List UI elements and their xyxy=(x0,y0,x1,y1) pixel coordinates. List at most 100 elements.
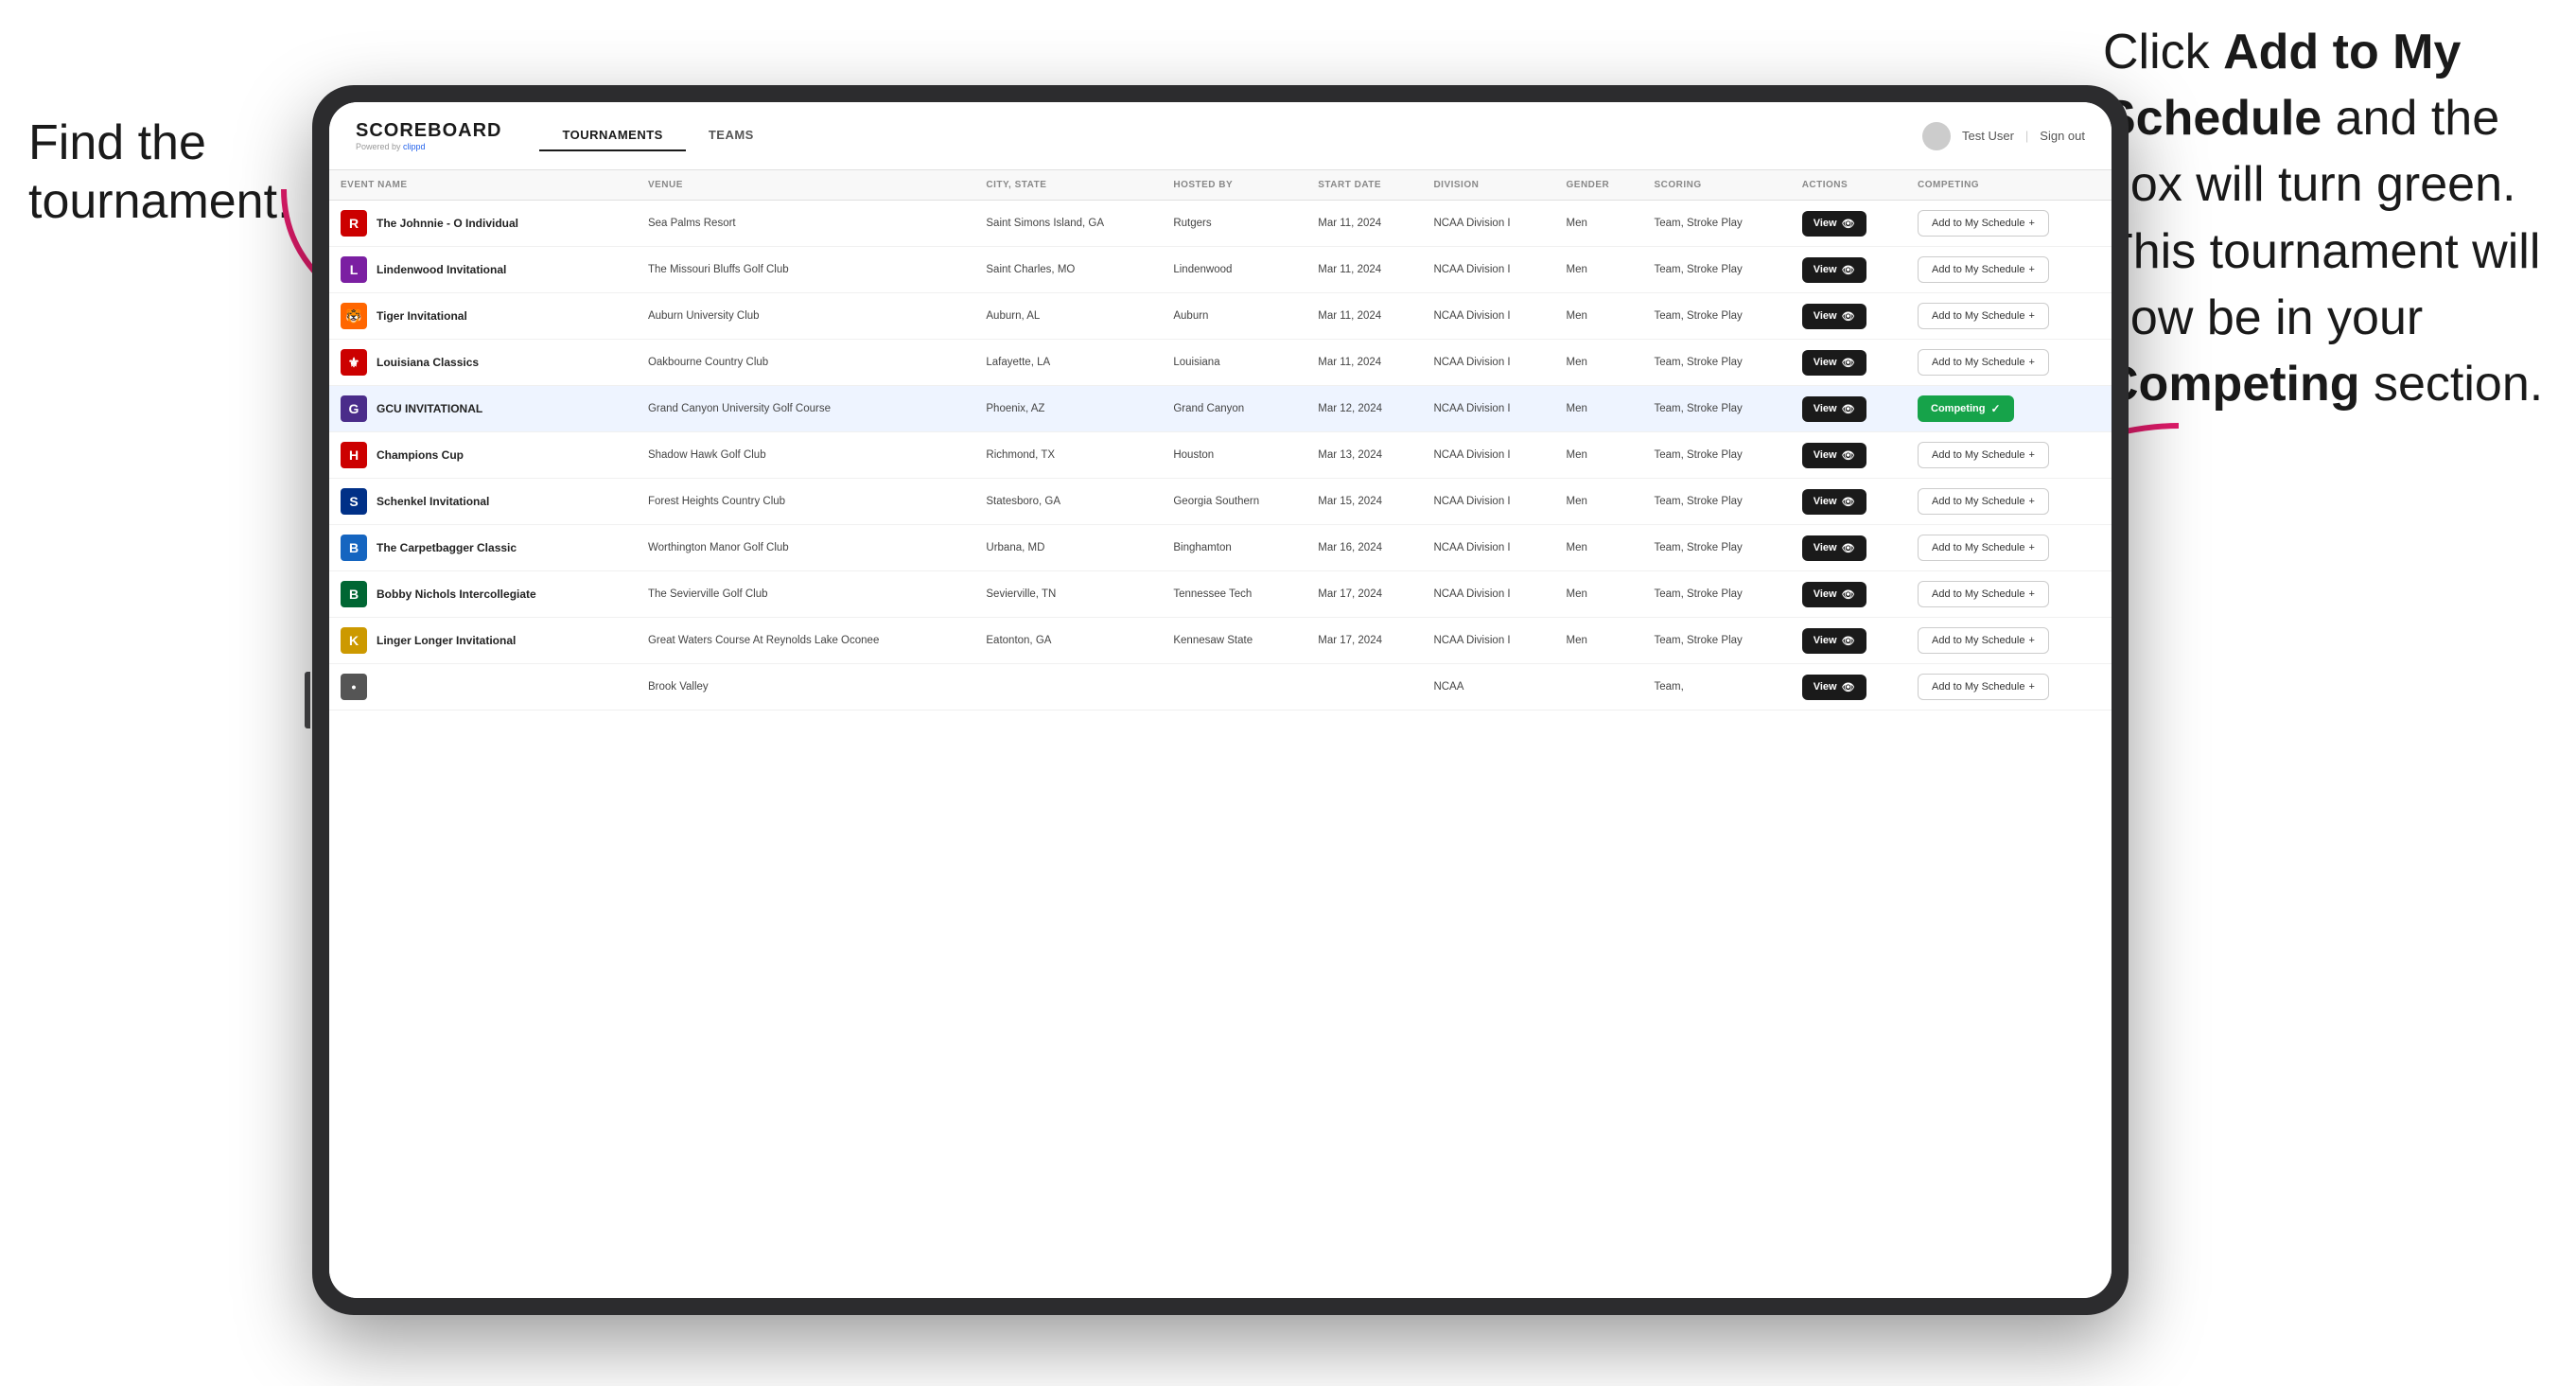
scoring-cell: Team, Stroke Play xyxy=(1642,293,1790,340)
view-label: View xyxy=(1814,218,1837,229)
plus-icon: + xyxy=(2028,496,2034,507)
view-button[interactable]: View 👁 xyxy=(1802,628,1866,654)
city-state-cell-text: Auburn, AL xyxy=(986,310,1040,322)
add-to-schedule-button[interactable]: Add to My Schedule + xyxy=(1918,442,2049,468)
gender-cell xyxy=(1555,664,1643,711)
eye-icon: 👁 xyxy=(1842,496,1855,508)
hosted-by-cell-text: Binghamton xyxy=(1173,542,1231,553)
view-button[interactable]: View 👁 xyxy=(1802,350,1866,376)
hosted-by-cell-text: Kennesaw State xyxy=(1173,635,1253,646)
table-row: BBobby Nichols IntercollegiateThe Sevier… xyxy=(329,571,2112,618)
venue-cell: Forest Heights Country Club xyxy=(637,479,974,525)
hosted-by-cell-text: Lindenwood xyxy=(1173,264,1232,275)
view-button[interactable]: View 👁 xyxy=(1802,211,1866,237)
eye-icon: 👁 xyxy=(1842,403,1855,415)
division-cell: NCAA Division I xyxy=(1422,293,1554,340)
competing-cell: Competing ✓ xyxy=(1906,386,2112,432)
gender-cell: Men xyxy=(1555,525,1643,571)
eye-icon: 👁 xyxy=(1842,449,1855,462)
add-to-schedule-button[interactable]: Add to My Schedule + xyxy=(1918,627,2049,654)
eye-icon: 👁 xyxy=(1842,588,1855,601)
scoring-cell-text: Team, Stroke Play xyxy=(1654,588,1742,600)
scoring-cell-text: Team, Stroke Play xyxy=(1654,357,1742,368)
hosted-by-cell: Lindenwood xyxy=(1162,247,1306,293)
gender-cell-text: Men xyxy=(1567,264,1587,275)
col-event-name: EVENT NAME xyxy=(329,170,637,201)
hosted-by-cell-text: Houston xyxy=(1173,449,1214,461)
add-schedule-label: Add to My Schedule xyxy=(1932,218,2024,229)
view-label: View xyxy=(1814,449,1837,461)
venue-cell: Shadow Hawk Golf Club xyxy=(637,432,974,479)
start-date-cell-text: Mar 15, 2024 xyxy=(1318,496,1382,507)
add-to-schedule-button[interactable]: Add to My Schedule + xyxy=(1918,488,2049,515)
start-date-cell-text: Mar 12, 2024 xyxy=(1318,403,1382,414)
view-button[interactable]: View 👁 xyxy=(1802,396,1866,422)
col-start-date: START DATE xyxy=(1306,170,1422,201)
venue-cell: Auburn University Club xyxy=(637,293,974,340)
add-to-schedule-button[interactable]: Add to My Schedule + xyxy=(1918,581,2049,607)
competing-cell: Add to My Schedule + xyxy=(1906,664,2112,711)
competing-cell: Add to My Schedule + xyxy=(1906,479,2112,525)
scoring-cell-text: Team, Stroke Play xyxy=(1654,635,1742,646)
venue-cell: The Missouri Bluffs Golf Club xyxy=(637,247,974,293)
event-name-cell: KLinger Longer Invitational xyxy=(329,618,637,664)
event-name-text: The Johnnie - O Individual xyxy=(377,217,518,230)
add-to-schedule-button[interactable]: Add to My Schedule + xyxy=(1918,303,2049,329)
hosted-by-cell: Houston xyxy=(1162,432,1306,479)
tab-tournaments[interactable]: TOURNAMENTS xyxy=(539,120,685,151)
add-to-schedule-button[interactable]: Add to My Schedule + xyxy=(1918,349,2049,376)
plus-icon: + xyxy=(2028,588,2034,600)
view-label: View xyxy=(1814,681,1837,693)
division-cell-text: NCAA Division I xyxy=(1433,635,1510,646)
hosted-by-cell-text: Georgia Southern xyxy=(1173,496,1259,507)
tab-teams[interactable]: TEAMS xyxy=(686,120,777,151)
venue-cell-text: Brook Valley xyxy=(648,681,709,693)
team-logo: • xyxy=(341,674,367,700)
start-date-cell: Mar 11, 2024 xyxy=(1306,340,1422,386)
view-button[interactable]: View 👁 xyxy=(1802,443,1866,468)
actions-cell: View 👁 xyxy=(1791,340,1906,386)
view-button[interactable]: View 👁 xyxy=(1802,675,1866,700)
view-button[interactable]: View 👁 xyxy=(1802,535,1866,561)
city-state-cell-text: Statesboro, GA xyxy=(986,496,1060,507)
actions-cell: View 👁 xyxy=(1791,571,1906,618)
sign-out-link[interactable]: Sign out xyxy=(2040,129,2085,143)
actions-cell: View 👁 xyxy=(1791,664,1906,711)
scoring-cell: Team, Stroke Play xyxy=(1642,571,1790,618)
view-button[interactable]: View 👁 xyxy=(1802,489,1866,515)
nav-tabs: TOURNAMENTS TEAMS xyxy=(539,120,776,151)
add-to-schedule-button[interactable]: Add to My Schedule + xyxy=(1918,256,2049,283)
scoring-cell-text: Team, Stroke Play xyxy=(1654,542,1742,553)
view-button[interactable]: View 👁 xyxy=(1802,582,1866,607)
venue-cell-text: Great Waters Course At Reynolds Lake Oco… xyxy=(648,635,879,646)
plus-icon: + xyxy=(2028,218,2034,229)
add-to-schedule-button[interactable]: Add to My Schedule + xyxy=(1918,210,2049,237)
add-to-schedule-button[interactable]: Add to My Schedule + xyxy=(1918,535,2049,561)
start-date-cell: Mar 11, 2024 xyxy=(1306,201,1422,247)
division-cell-text: NCAA Division I xyxy=(1433,496,1510,507)
city-state-cell: Statesboro, GA xyxy=(974,479,1162,525)
view-button[interactable]: View 👁 xyxy=(1802,257,1866,283)
division-cell-text: NCAA Division I xyxy=(1433,357,1510,368)
view-button[interactable]: View 👁 xyxy=(1802,304,1866,329)
venue-cell: Oakbourne Country Club xyxy=(637,340,974,386)
start-date-cell-text: Mar 11, 2024 xyxy=(1318,310,1381,322)
actions-cell: View 👁 xyxy=(1791,525,1906,571)
venue-cell-text: Shadow Hawk Golf Club xyxy=(648,449,766,461)
competing-button[interactable]: Competing ✓ xyxy=(1918,395,2014,422)
city-state-cell: Saint Simons Island, GA xyxy=(974,201,1162,247)
gender-cell-text: Men xyxy=(1567,403,1587,414)
city-state-cell: Saint Charles, MO xyxy=(974,247,1162,293)
competing-cell: Add to My Schedule + xyxy=(1906,571,2112,618)
team-logo: B xyxy=(341,581,367,607)
gender-cell: Men xyxy=(1555,432,1643,479)
hosted-by-cell-text: Auburn xyxy=(1173,310,1208,322)
gender-cell-text: Men xyxy=(1567,496,1587,507)
view-label: View xyxy=(1814,542,1837,553)
competing-label: Competing xyxy=(1931,403,1985,414)
start-date-cell: Mar 16, 2024 xyxy=(1306,525,1422,571)
venue-cell: Great Waters Course At Reynolds Lake Oco… xyxy=(637,618,974,664)
add-to-schedule-button[interactable]: Add to My Schedule + xyxy=(1918,674,2049,700)
col-division: DIVISION xyxy=(1422,170,1554,201)
hosted-by-cell-text: Rutgers xyxy=(1173,218,1211,229)
